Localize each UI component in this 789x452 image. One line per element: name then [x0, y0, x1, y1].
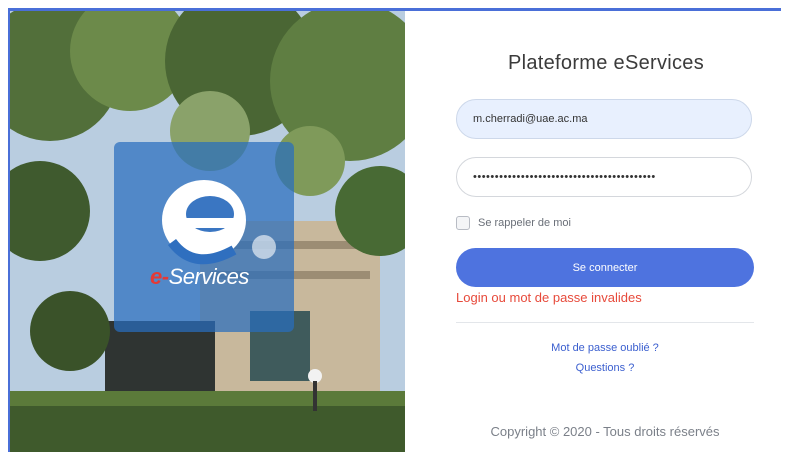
forgot-password-link[interactable]: Mot de passe oublié ? — [456, 342, 754, 354]
remember-me-label: Se rappeler de moi — [478, 217, 571, 229]
connect-button-label: Se connecter — [572, 261, 638, 274]
copyright-text: Copyright © 2020 - Tous droits réservés — [490, 424, 720, 439]
page-title: Plateforme eServices — [507, 52, 705, 74]
error-message: Login ou mot de passe invalides — [456, 290, 642, 305]
logo-services: Services — [168, 264, 250, 289]
hero-image: e-Services — [10, 11, 405, 452]
password-field[interactable]: ••••••••••••••••••••••••••••••••••••••••… — [456, 157, 752, 197]
e-letter-logo-icon — [162, 180, 276, 265]
remember-me[interactable]: Se rappeler de moi — [456, 216, 571, 230]
password-value: ••••••••••••••••••••••••••••••••••••••••… — [473, 171, 656, 183]
email-value: m.cherradi@uae.ac.ma — [473, 113, 588, 125]
logo-e-dash: e- — [150, 264, 169, 289]
remember-me-checkbox[interactable] — [456, 216, 470, 230]
eservices-logo-text: e-Services — [150, 264, 249, 290]
login-page: e-Services Plateforme eServices m.cherra… — [0, 0, 789, 452]
login-panel: Plateforme eServices m.cherradi@uae.ac.m… — [420, 11, 781, 452]
divider — [456, 322, 754, 323]
connect-button[interactable]: Se connecter — [456, 248, 754, 287]
questions-link[interactable]: Questions ? — [456, 362, 754, 374]
email-field[interactable]: m.cherradi@uae.ac.ma — [456, 99, 752, 139]
eservices-logo-card: e-Services — [114, 142, 294, 332]
